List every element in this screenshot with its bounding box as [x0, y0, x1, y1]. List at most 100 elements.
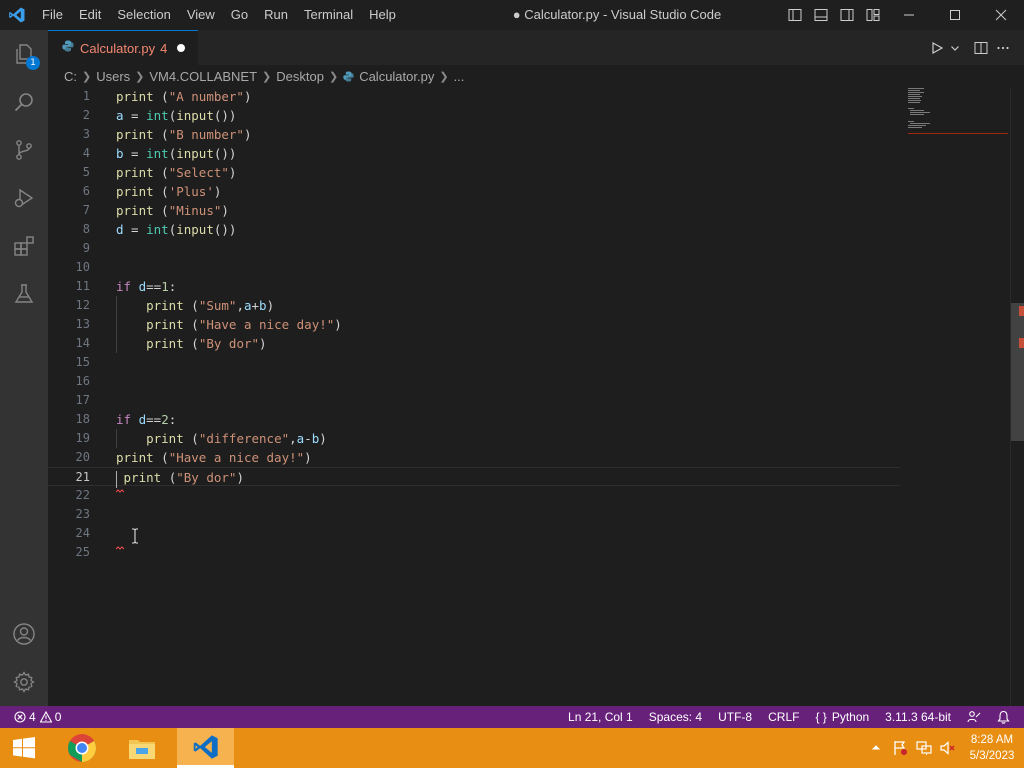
- toggle-panel-icon[interactable]: [808, 0, 834, 30]
- code-line[interactable]: 24: [48, 524, 900, 543]
- line-number[interactable]: 3: [48, 125, 90, 144]
- code-line[interactable]: 14 print ("By dor"): [48, 334, 900, 353]
- code-line[interactable]: 21 print ("By dor"): [48, 467, 900, 486]
- line-number[interactable]: 16: [48, 372, 90, 391]
- code-line[interactable]: 5 print ("Select"): [48, 163, 900, 182]
- code-line[interactable]: 20 print ("Have a nice day!"): [48, 448, 900, 467]
- code-line[interactable]: 12 print ("Sum",a+b): [48, 296, 900, 315]
- breadcrumb-item[interactable]: Desktop: [276, 69, 324, 84]
- line-number[interactable]: 4: [48, 144, 90, 163]
- line-number[interactable]: 10: [48, 258, 90, 277]
- line-number[interactable]: 21: [48, 468, 90, 487]
- chevron-down-icon[interactable]: [948, 30, 962, 65]
- line-number[interactable]: 24: [48, 524, 90, 543]
- line-number[interactable]: 1: [48, 87, 90, 106]
- notifications-bell-icon[interactable]: [989, 706, 1018, 728]
- code-editor[interactable]: 1 print ("A number") 2 a = int(input()) 3 pri…: [48, 87, 1010, 706]
- code-line[interactable]: 22: [48, 486, 900, 505]
- code-line[interactable]: 11 if d==1:: [48, 277, 900, 296]
- run-debug-icon[interactable]: [0, 174, 48, 222]
- chevron-up-icon[interactable]: [864, 728, 888, 768]
- code-line[interactable]: 9: [48, 239, 900, 258]
- breadcrumb-item[interactable]: ...: [454, 69, 465, 84]
- minimize-icon[interactable]: [886, 0, 932, 30]
- toggle-secondary-sidebar-icon[interactable]: [834, 0, 860, 30]
- feedback-icon[interactable]: [959, 706, 989, 728]
- line-number[interactable]: 22: [48, 486, 90, 505]
- scrollbar-thumb[interactable]: [1011, 303, 1024, 441]
- code-line[interactable]: 10: [48, 258, 900, 277]
- menu-go[interactable]: Go: [223, 0, 256, 30]
- menu-file[interactable]: File: [34, 0, 71, 30]
- close-icon[interactable]: [978, 0, 1024, 30]
- menu-view[interactable]: View: [179, 0, 223, 30]
- code-line[interactable]: 8 d = int(input()): [48, 220, 900, 239]
- testing-icon[interactable]: [0, 270, 48, 318]
- line-number[interactable]: 2: [48, 106, 90, 125]
- end-of-line[interactable]: CRLF: [760, 706, 807, 728]
- toggle-primary-sidebar-icon[interactable]: [782, 0, 808, 30]
- breadcrumb-item[interactable]: Calculator.py: [359, 69, 434, 84]
- menu-selection[interactable]: Selection: [109, 0, 178, 30]
- extensions-icon[interactable]: [0, 222, 48, 270]
- source-control-icon[interactable]: [0, 126, 48, 174]
- cursor-position[interactable]: Ln 21, Col 1: [560, 706, 641, 728]
- code-line[interactable]: 13 print ("Have a nice day!"): [48, 315, 900, 334]
- account-icon[interactable]: [0, 610, 48, 658]
- run-python-file-icon[interactable]: [926, 30, 948, 65]
- code-line[interactable]: 25: [48, 543, 900, 562]
- line-number[interactable]: 19: [48, 429, 90, 448]
- line-number[interactable]: 6: [48, 182, 90, 201]
- breadcrumb-item[interactable]: C:: [64, 69, 77, 84]
- code-line[interactable]: 1 print ("A number"): [48, 87, 900, 106]
- file-explorer-icon[interactable]: [118, 728, 166, 768]
- python-interpreter[interactable]: 3.11.3 64-bit: [877, 706, 959, 728]
- volume-muted-icon[interactable]: [936, 728, 960, 768]
- code-line[interactable]: 3 print ("B number"): [48, 125, 900, 144]
- vscode-icon[interactable]: [177, 728, 234, 768]
- menu-help[interactable]: Help: [361, 0, 404, 30]
- line-number[interactable]: 8: [48, 220, 90, 239]
- chrome-icon[interactable]: [58, 728, 106, 768]
- menu-run[interactable]: Run: [256, 0, 296, 30]
- indentation[interactable]: Spaces: 4: [641, 706, 710, 728]
- split-editor-icon[interactable]: [970, 30, 992, 65]
- taskbar-clock[interactable]: 8:28 AM 5/3/2023: [960, 732, 1024, 764]
- breadcrumb-item[interactable]: VM4.COLLABNET: [149, 69, 257, 84]
- menu-edit[interactable]: Edit: [71, 0, 109, 30]
- line-number[interactable]: 15: [48, 353, 90, 372]
- gear-icon[interactable]: [0, 658, 48, 706]
- line-number[interactable]: 25: [48, 543, 90, 562]
- line-number[interactable]: 14: [48, 334, 90, 353]
- code-line[interactable]: 15: [48, 353, 900, 372]
- breadcrumb-item[interactable]: Users: [96, 69, 130, 84]
- unsaved-dot-icon[interactable]: [177, 44, 186, 52]
- code-line[interactable]: 16: [48, 372, 900, 391]
- code-line[interactable]: 6 print ('Plus'): [48, 182, 900, 201]
- problems-indicator[interactable]: 4 0: [0, 706, 61, 728]
- code-line[interactable]: 2 a = int(input()): [48, 106, 900, 125]
- code-line[interactable]: 23: [48, 505, 900, 524]
- maximize-icon[interactable]: [932, 0, 978, 30]
- code-line[interactable]: 17: [48, 391, 900, 410]
- language-mode[interactable]: { } Python: [807, 706, 877, 728]
- minimap[interactable]: [906, 87, 1010, 706]
- line-number[interactable]: 18: [48, 410, 90, 429]
- explorer-icon[interactable]: 1: [0, 30, 48, 78]
- line-number[interactable]: 23: [48, 505, 90, 524]
- code-line[interactable]: 18 if d==2:: [48, 410, 900, 429]
- menu-terminal[interactable]: Terminal: [296, 0, 361, 30]
- line-number[interactable]: 17: [48, 391, 90, 410]
- windows-start-icon[interactable]: [0, 728, 48, 768]
- line-number[interactable]: 5: [48, 163, 90, 182]
- code-line[interactable]: 4 b = int(input()): [48, 144, 900, 163]
- line-number[interactable]: 9: [48, 239, 90, 258]
- search-icon[interactable]: [0, 78, 48, 126]
- line-number[interactable]: 11: [48, 277, 90, 296]
- line-number[interactable]: 12: [48, 296, 90, 315]
- code-line[interactable]: 7 print ("Minus"): [48, 201, 900, 220]
- more-actions-icon[interactable]: [992, 30, 1014, 65]
- tab-calculator-py[interactable]: Calculator.py 4: [48, 30, 198, 65]
- line-number[interactable]: 7: [48, 201, 90, 220]
- line-number[interactable]: 13: [48, 315, 90, 334]
